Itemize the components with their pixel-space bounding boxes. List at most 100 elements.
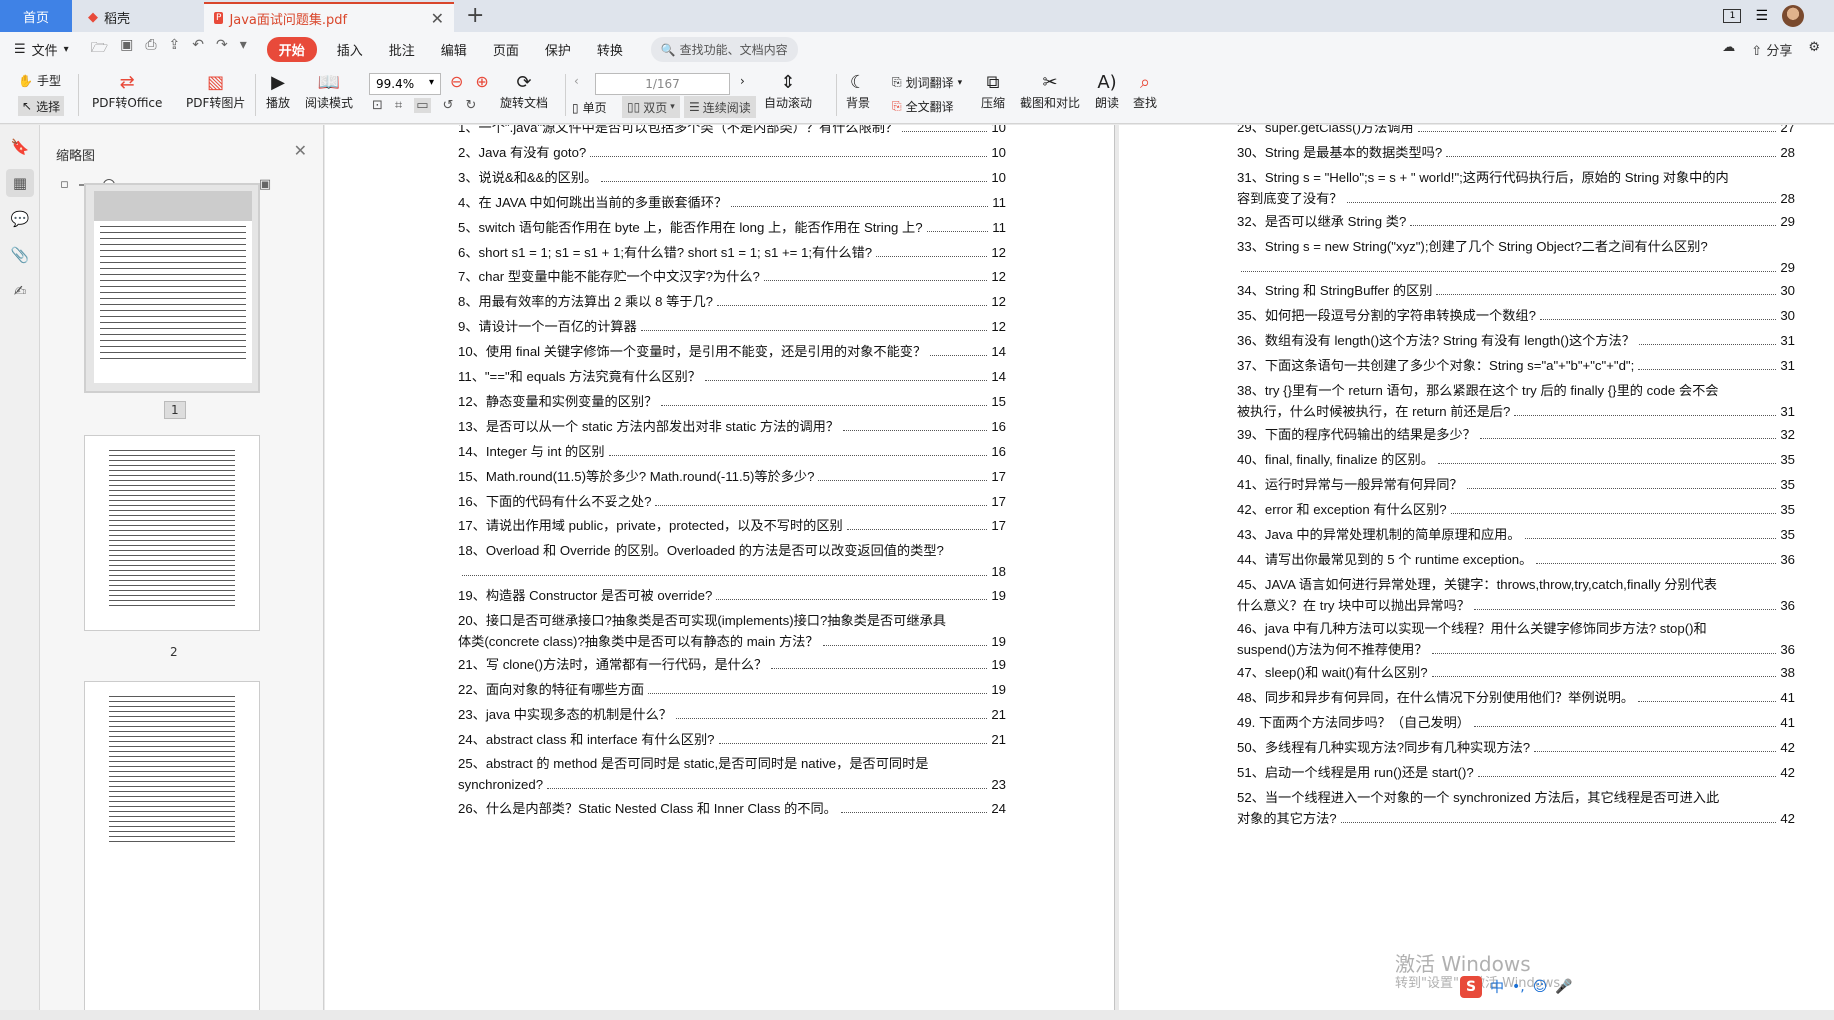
fit-width-icon[interactable]: ▭ [414,98,431,113]
toc-entry[interactable]: 3、说说&和&&的区别。 10 [458,167,1006,188]
toc-entry[interactable]: 15、Math.round(11.5)等於多少? Math.round(-11.… [458,466,1006,487]
toc-entry[interactable]: 29、super.getClass()方法调用 27 [1237,125,1795,138]
export-icon[interactable]: ⇪ [169,37,181,61]
tab-protect[interactable]: 保护 [539,36,577,63]
thumbnail-page-2[interactable] [84,435,260,631]
toc-entry[interactable]: 20、接口是否可继承接口?抽象类是否可实现(implements)接口?抽象类是… [458,610,1006,652]
toc-entry[interactable]: 42、error 和 exception 有什么区别? 35 [1237,499,1795,520]
read-aloud-button[interactable]: A) 朗读 [1094,70,1120,111]
toc-entry[interactable]: 2、Java 有没有 goto? 10 [458,142,1006,163]
close-tab-icon[interactable]: ✕ [431,9,444,28]
crop-icon[interactable]: ⌗ [395,98,402,113]
tab-edit[interactable]: 编辑 [435,36,473,63]
double-page-button[interactable]: ▯▯ 双页 ▾ [622,96,680,118]
toc-entry[interactable]: 52、当一个线程进入一个对象的一个 synchronized 方法后，其它线程是… [1237,787,1795,829]
continuous-read-button[interactable]: ☰ 连续阅读 [684,96,756,118]
thumbnail-page-1[interactable] [84,183,260,393]
bookmark-icon[interactable]: 🔖 [6,133,34,161]
tab-docer[interactable]: ◆ 稻壳 [78,2,200,32]
toc-entry[interactable]: 23、java 中实现多态的机制是什么？ 21 [458,704,1006,725]
toc-entry[interactable]: 12、静态变量和实例变量的区别？ 15 [458,391,1006,412]
tab-page[interactable]: 页面 [487,36,525,63]
emoji-icon[interactable]: ☺ [1533,979,1548,995]
find-button[interactable]: ⌕ 查找 [1132,70,1158,111]
rotate-right-icon[interactable]: ↻ [465,98,476,113]
toc-entry[interactable]: 18、Overload 和 Override 的区别。Overloaded 的方… [458,540,1006,582]
toc-entry[interactable]: 33、String s = new String("xyz");创建了几个 St… [1237,236,1795,278]
toc-entry[interactable]: 44、请写出你最常见到的 5 个 runtime exception。 36 [1237,549,1795,570]
sogou-icon[interactable]: S [1460,976,1482,998]
page-number-input[interactable]: 1/167 [595,73,730,95]
toc-entry[interactable]: 11、"=="和 equals 方法究竟有什么区别？ 14 [458,366,1006,387]
toc-entry[interactable]: 36、数组有没有 length()这个方法? String 有没有 length… [1237,330,1795,351]
punct-icon[interactable]: •, [1512,979,1525,995]
screenshot-compare-button[interactable]: ✂ 截图和对比 [1020,70,1080,111]
toc-entry[interactable]: 16、下面的代码有什么不妥之处? 17 [458,491,1006,512]
toc-entry[interactable]: 49. 下面两个方法同步吗？（自己发明） 41 [1237,712,1795,733]
thumbnail-icon[interactable]: ▦ [6,169,34,197]
zoom-select[interactable]: 99.4% ▾ [369,73,441,95]
toc-entry[interactable]: 34、String 和 StringBuffer 的区别 30 [1237,280,1795,301]
ime-lang[interactable]: 中 [1490,977,1504,997]
toc-entry[interactable]: 32、是否可以继承 String 类? 29 [1237,211,1795,232]
toc-entry[interactable]: 39、下面的程序代码输出的结果是多少？ 32 [1237,424,1795,445]
auto-scroll-button[interactable]: ⇕ 自动滚动 [764,70,812,111]
settings-icon[interactable]: ⚙ [1808,40,1820,59]
signature-icon[interactable]: ✍ [6,277,34,305]
hand-tool[interactable]: ✋ 手型 [18,72,61,89]
toc-entry[interactable]: 25、abstract 的 method 是否可同时是 static,是否可同时… [458,753,1006,795]
tab-home[interactable]: 首页 [0,0,72,32]
toc-entry[interactable]: 7、char 型变量中能不能存贮一个中文汉字?为什么? 12 [458,266,1006,287]
prev-page-button[interactable]: ‹ [574,74,579,88]
tab-insert[interactable]: 插入 [331,36,369,63]
tab-convert[interactable]: 转换 [591,36,629,63]
rotate-document-button[interactable]: ⟳ 旋转文档 [500,70,548,111]
toc-entry[interactable]: 26、什么是内部类？Static Nested Class 和 Inner Cl… [458,798,1006,819]
file-menu[interactable]: ☰ 文件 ▾ [14,40,69,59]
toc-entry[interactable]: 35、如何把一段逗号分割的字符串转换成一个数组? 30 [1237,305,1795,326]
tab-start[interactable]: 开始 [266,36,317,62]
toc-entry[interactable]: 19、构造器 Constructor 是否可被 override? 19 [458,585,1006,606]
background-button[interactable]: ☾ 背景 [845,70,871,111]
toc-entry[interactable]: 8、用最有效率的方法算出 2 乘以 8 等于几? 12 [458,291,1006,312]
window-layout-icon[interactable]: 1 [1723,9,1742,23]
tab-comment[interactable]: 批注 [383,36,421,63]
toc-entry[interactable]: 6、short s1 = 1; s1 = s1 + 1;有什么错? short … [458,242,1006,263]
avatar[interactable] [1782,5,1804,27]
word-translate-button[interactable]: ⎘ 划词翻译 ▾ [892,74,962,91]
toc-entry[interactable]: 4、在 JAVA 中如何跳出当前的多重嵌套循环？ 11 [458,192,1006,213]
zoom-out-icon[interactable]: ⊖ [450,72,463,91]
toc-entry[interactable]: 43、Java 中的异常处理机制的简单原理和应用。 35 [1237,524,1795,545]
toc-entry[interactable]: 31、String s = "Hello";s = s + " world!";… [1237,167,1795,209]
toc-entry[interactable]: 41、运行时异常与一般异常有何异同？ 35 [1237,474,1795,495]
more-icon[interactable]: ▾ [240,37,247,61]
open-icon[interactable]: 🗁 [91,37,108,61]
toc-entry[interactable]: 45、JAVA 语言如何进行异常处理，关键字：throws,throw,try,… [1237,574,1795,616]
toc-entry[interactable]: 17、请说出作用域 public，private，protected，以及不写时… [458,515,1006,536]
rotate-left-icon[interactable]: ↺ [443,98,454,113]
select-tool[interactable]: ↖ 选择 [18,96,65,116]
full-translate-button[interactable]: ⎘ 全文翻译 [892,98,954,115]
thumbnail-page-3[interactable] [84,681,260,1011]
single-page-button[interactable]: ▯ 单页 [572,99,607,116]
new-tab-icon[interactable]: + [466,3,484,28]
toc-entry[interactable]: 46、java 中有几种方法可以实现一个线程？用什么关键字修饰同步方法? sto… [1237,618,1795,660]
pdf-to-image-button[interactable]: ▧ PDF转图片 [186,70,245,111]
cloud-icon[interactable]: ☁ [1722,40,1735,59]
play-button[interactable]: ▶ 播放 [265,70,291,111]
save-icon[interactable]: ▣ [120,37,133,61]
toc-entry[interactable]: 1、一个".java"源文件中是否可以包括多个类（不是内部类）？有什么限制？ 10 [458,125,1006,138]
close-icon[interactable]: ✕ [294,141,307,160]
toc-entry[interactable]: 24、abstract class 和 interface 有什么区别? 21 [458,729,1006,750]
toc-entry[interactable]: 5、switch 语句能否作用在 byte 上，能否作用在 long 上，能否作… [458,217,1006,238]
attachment-icon[interactable]: 📎 [6,241,34,269]
compress-button[interactable]: ⧉ 压缩 [980,70,1006,111]
menu-icon[interactable]: ☰ [1755,8,1768,24]
toc-entry[interactable]: 51、启动一个线程是用 run()还是 start()? 42 [1237,762,1795,783]
toc-entry[interactable]: 47、sleep()和 wait()有什么区别? 38 [1237,662,1795,683]
toc-entry[interactable]: 9、请设计一个一百亿的计算器 12 [458,316,1006,337]
toc-entry[interactable]: 30、String 是最基本的数据类型吗? 28 [1237,142,1795,163]
read-mode-button[interactable]: 📖 阅读模式 [305,70,353,111]
toc-entry[interactable]: 21、写 clone()方法时，通常都有一行代码，是什么？ 19 [458,654,1006,675]
mic-icon[interactable]: 🎤 [1555,979,1572,995]
